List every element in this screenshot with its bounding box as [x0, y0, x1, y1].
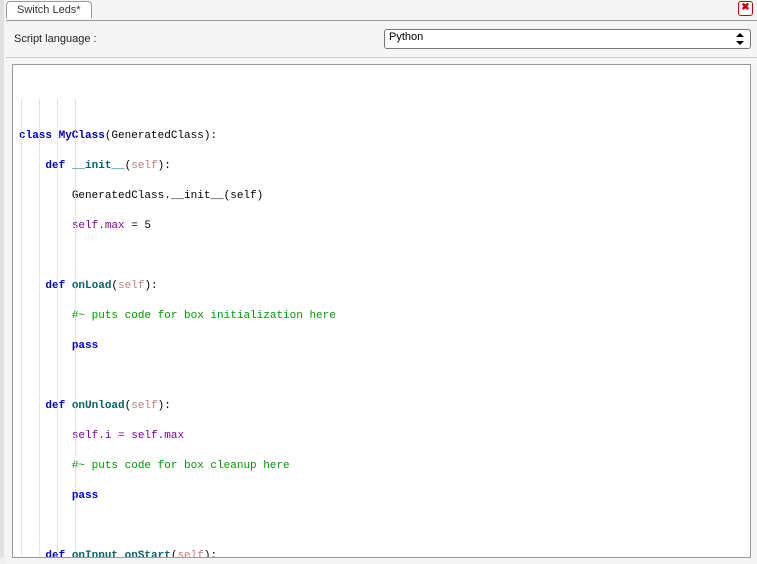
code-editor[interactable]: class MyClass(GeneratedClass): def __ini…	[12, 64, 751, 558]
code-line: self.max = 5	[17, 219, 746, 234]
tab-switch-leds[interactable]: Switch Leds*	[6, 1, 92, 18]
code-line: pass	[17, 339, 746, 354]
script-language-label: Script language :	[14, 33, 384, 45]
script-language-select[interactable]: Python	[384, 29, 751, 49]
code-line: def onUnload(self):	[17, 399, 746, 414]
close-icon[interactable]: ✖	[738, 1, 753, 16]
code-line	[17, 249, 746, 264]
script-language-value: Python	[389, 31, 423, 43]
tab-strip: Switch Leds* ✖	[6, 0, 757, 20]
language-row: Script language : Python	[6, 21, 757, 58]
code-line: pass	[17, 489, 746, 504]
code-line: GeneratedClass.__init__(self)	[17, 189, 746, 204]
code-line	[17, 369, 746, 384]
tab-title: Switch Leds*	[17, 4, 81, 16]
code-line: def __init__(self):	[17, 159, 746, 174]
code-line: class MyClass(GeneratedClass):	[17, 129, 746, 144]
code-line	[17, 519, 746, 534]
code-line: #~ puts code for box cleanup here	[17, 459, 746, 474]
code-line: self.i = self.max	[17, 429, 746, 444]
code-line: #~ puts code for box initialization here	[17, 309, 746, 324]
code-line: def onLoad(self):	[17, 279, 746, 294]
